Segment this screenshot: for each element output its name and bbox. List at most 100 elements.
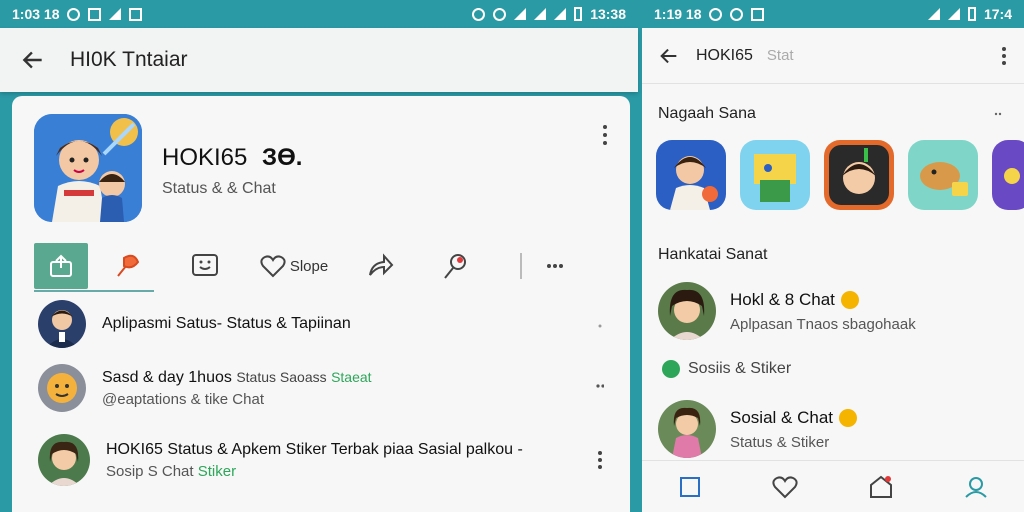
list-item-title: Sasd & day 1huos Status Saoass Staeat bbox=[102, 369, 372, 387]
pin-icon bbox=[117, 254, 140, 277]
status-time-right: 17:4 bbox=[983, 6, 1012, 22]
notification-icon bbox=[88, 7, 102, 21]
status-bar: 1:19 18 17:4 bbox=[642, 0, 1024, 28]
chat-item-text: Hokl & 8 Chat Aplpasan Tnaos sbagohaak bbox=[730, 290, 916, 333]
app-bar: HI0K Tntaiar bbox=[0, 28, 638, 92]
battery-icon bbox=[574, 7, 583, 21]
more-horizontal-icon[interactable] bbox=[994, 112, 1004, 116]
app-header: HOKI65 ЗӨ. Status & & Chat bbox=[34, 114, 302, 222]
nav-profile-button[interactable] bbox=[961, 472, 991, 502]
list-item-text: Sasd & day 1huos Status Saoass Staeat @e… bbox=[102, 369, 372, 408]
sticker-item[interactable] bbox=[908, 140, 978, 210]
category-tag-label: Sosiis & Stiker bbox=[688, 360, 792, 377]
like-button[interactable]: Slope bbox=[244, 243, 344, 289]
location-pin-icon bbox=[444, 254, 466, 279]
sticker-item[interactable] bbox=[824, 140, 894, 210]
check-icon bbox=[662, 360, 680, 378]
home-icon bbox=[869, 475, 892, 498]
data-icon bbox=[493, 7, 507, 21]
signal-icon bbox=[947, 8, 960, 20]
square-icon bbox=[679, 476, 700, 497]
action-bar: Slope bbox=[34, 241, 614, 291]
list-item[interactable]: Aplipasmi Satus- Status & Tapiinan bbox=[38, 294, 618, 354]
list-item[interactable]: HOKI65 Status & Apkem Stiker Terbak piaa… bbox=[38, 430, 618, 490]
app-name-text: HOKI65 bbox=[162, 144, 248, 171]
location-button[interactable] bbox=[416, 243, 494, 289]
chat-item-subtitle: Status & Stiker bbox=[730, 433, 830, 451]
app-notification-icon bbox=[129, 7, 143, 21]
dot-icon[interactable] bbox=[596, 316, 604, 336]
nav-home2-button[interactable] bbox=[866, 472, 896, 502]
left-phone-screen: 1:03 18 13:38 HI0K Tntaiar HOKI65 ЗӨ. St… bbox=[0, 0, 638, 512]
list-item-subtitle-main: Sosip S Chat bbox=[106, 462, 194, 480]
share-app-icon bbox=[50, 254, 72, 277]
back-arrow-icon[interactable] bbox=[658, 45, 680, 67]
chat-item-title-text: Hokl & 8 Chat bbox=[730, 289, 835, 309]
chat-item-title-text: Sosial & Chat bbox=[730, 407, 833, 427]
chat-item[interactable]: Hokl & 8 Chat Aplpasan Tnaos sbagohaak bbox=[658, 282, 1008, 340]
chat-item-subtitle: Aplpasan Tnaos sbagohaak bbox=[730, 315, 916, 333]
list-item-title: Aplipasmi Satus- Status & Tapiinan bbox=[102, 315, 351, 332]
chat-item-title: Sosial & Chat bbox=[730, 408, 857, 428]
notification-icon bbox=[751, 7, 765, 21]
section-title: Hankatai Sanat bbox=[658, 246, 768, 263]
app-card: HOKI65 ЗӨ. Status & & Chat Slope Aplipas… bbox=[12, 96, 630, 512]
list-item[interactable]: Sasd & day 1huos Status Saoass Staeat @e… bbox=[38, 358, 618, 418]
category-tag[interactable]: Sosiis & Stiker bbox=[662, 360, 791, 378]
sticker-button[interactable] bbox=[166, 243, 244, 289]
heart-icon bbox=[260, 255, 286, 278]
heart-icon bbox=[772, 475, 798, 498]
signal-icon bbox=[514, 8, 527, 20]
more-actions-button[interactable] bbox=[540, 243, 570, 289]
bottom-navigation bbox=[642, 460, 1024, 512]
app-subtitle: Status & & Chat bbox=[162, 180, 276, 197]
page-subtitle: Stat bbox=[766, 47, 794, 64]
status-time-right: 13:38 bbox=[590, 6, 626, 22]
overflow-menu-icon[interactable] bbox=[600, 124, 610, 146]
sticker-item[interactable] bbox=[740, 140, 810, 210]
chat-item[interactable]: Sosial & Chat Status & Stiker bbox=[658, 400, 1008, 458]
verified-badge-icon bbox=[840, 290, 859, 309]
divider bbox=[520, 253, 522, 279]
wifi-icon bbox=[109, 8, 122, 20]
more-horizontal-icon[interactable] bbox=[596, 376, 604, 396]
signal-icon-2 bbox=[534, 8, 547, 20]
overflow-menu-icon[interactable] bbox=[1000, 46, 1008, 66]
avatar bbox=[38, 300, 86, 348]
nav-favorites-button[interactable] bbox=[770, 472, 800, 502]
avatar bbox=[38, 364, 86, 412]
camera-icon bbox=[730, 7, 744, 21]
right-phone-screen: 1:19 18 17:4 HOKI65 Stat Nagaah Sana Han… bbox=[642, 0, 1024, 512]
app-name-suffix: ЗӨ. bbox=[262, 144, 303, 171]
list-item-subtitle: @eaptations & tike Chat bbox=[102, 390, 264, 408]
app-info: HOKI65 ЗӨ. Status & & Chat bbox=[162, 144, 302, 198]
verified-badge-icon bbox=[839, 408, 857, 427]
list-item-subtitle-green: Stiker bbox=[197, 462, 237, 480]
section-title: Nagaah Sana bbox=[658, 105, 756, 122]
list-item-text: Aplipasmi Satus- Status & Tapiinan bbox=[102, 315, 351, 333]
like-label: Slope bbox=[289, 257, 329, 275]
overflow-menu-icon[interactable] bbox=[596, 450, 604, 470]
sticker-item[interactable] bbox=[656, 140, 726, 210]
list-item-text: HOKI65 Status & Apkem Stiker Terbak piaa… bbox=[106, 441, 523, 480]
back-arrow-icon[interactable] bbox=[20, 47, 46, 73]
forward-icon bbox=[369, 253, 394, 276]
pin-button[interactable] bbox=[88, 243, 166, 289]
sync-icon bbox=[67, 7, 81, 21]
app-bar: HOKI65 Stat bbox=[642, 28, 1024, 84]
chat-item-title: Hokl & 8 Chat bbox=[730, 290, 916, 310]
list-item-title-green: Staeat bbox=[331, 368, 372, 385]
signal-icon-3 bbox=[554, 8, 567, 20]
app-name: HOKI65 ЗӨ. bbox=[162, 144, 302, 172]
nav-home-button[interactable] bbox=[675, 472, 705, 502]
share-app-button[interactable] bbox=[34, 243, 88, 289]
list-item-subtitle: Sosip S Chat Stiker bbox=[106, 463, 523, 480]
status-time: 1:03 18 bbox=[12, 6, 60, 22]
battery-icon bbox=[967, 7, 976, 21]
forward-button[interactable] bbox=[344, 243, 416, 289]
sync-icon bbox=[709, 7, 723, 21]
profile-icon bbox=[965, 476, 987, 498]
status-bar: 1:03 18 13:38 bbox=[0, 0, 638, 28]
sticker-item[interactable] bbox=[992, 140, 1024, 210]
list-item-title-main: Sasd & day 1huos bbox=[102, 368, 232, 386]
